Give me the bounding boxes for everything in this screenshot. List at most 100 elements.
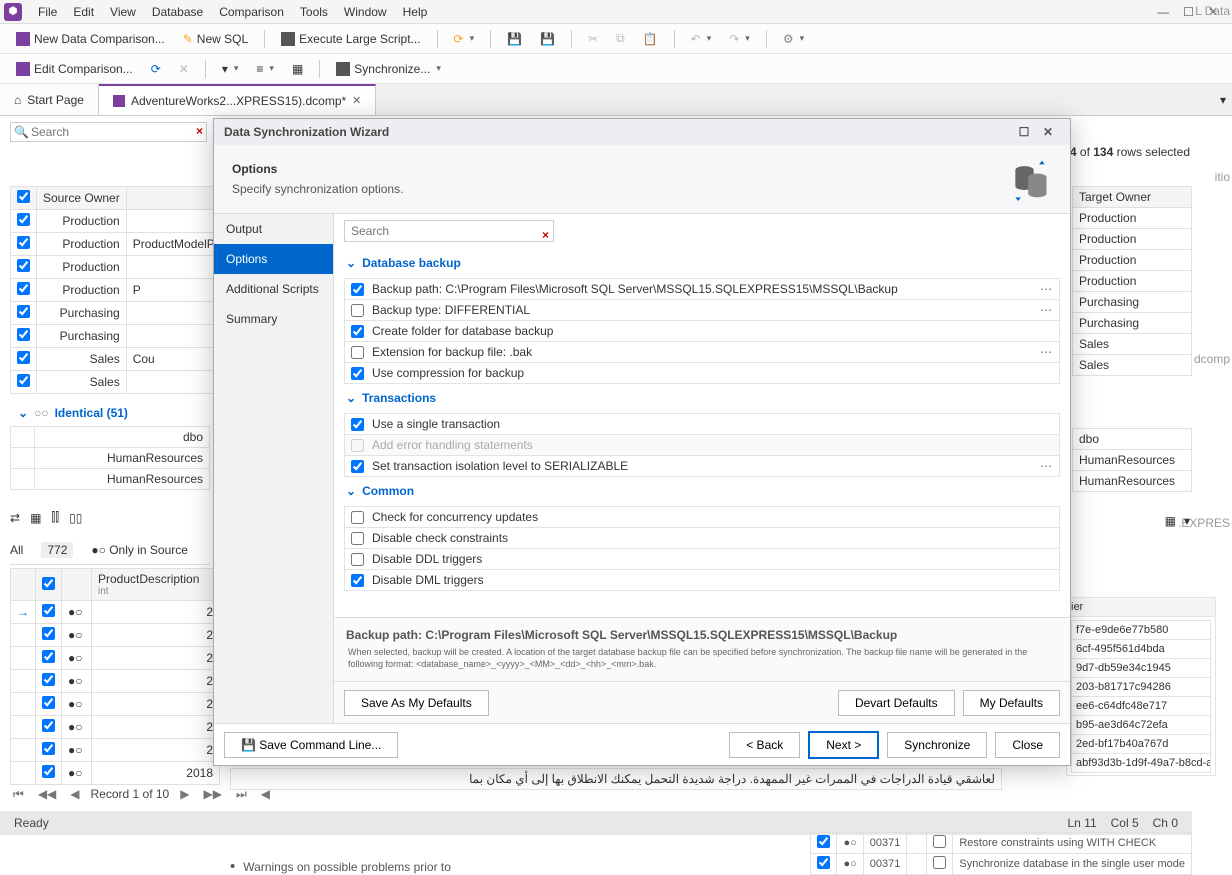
table-row[interactable]: ●○2018 (11, 762, 220, 785)
window-minimize-icon[interactable]: — (1157, 5, 1169, 19)
ellipsis-icon[interactable]: ⋯ (1040, 282, 1053, 296)
table-row[interactable]: Production (1073, 271, 1192, 292)
row-checkbox[interactable] (42, 650, 55, 663)
table-row[interactable]: dbo (11, 427, 210, 448)
table-row[interactable]: ●○2 (11, 624, 220, 647)
tab-menu-icon[interactable]: ▾ (1214, 84, 1232, 115)
identical-section-header[interactable]: ⌄ ○○ Identical (51) (10, 400, 210, 426)
table-row[interactable]: Production (1073, 208, 1192, 229)
table-row[interactable]: ●○2 (11, 739, 220, 762)
prev-page-icon[interactable]: ◀◀ (35, 787, 59, 801)
new-data-comparison-button[interactable]: New Data Comparison... (10, 29, 171, 49)
option-checkbox[interactable] (351, 367, 364, 380)
check-all[interactable] (17, 190, 30, 203)
option-checkbox[interactable] (351, 283, 364, 296)
row-checkbox[interactable] (42, 696, 55, 709)
option-row[interactable]: Add error handling statements (344, 434, 1060, 456)
row-checkbox[interactable] (17, 259, 30, 272)
row-checkbox[interactable] (17, 305, 30, 318)
my-defaults-button[interactable]: My Defaults (963, 690, 1060, 716)
ellipsis-icon[interactable]: ⋯ (1040, 459, 1053, 473)
option-checkbox[interactable] (351, 511, 364, 524)
new-sql-button[interactable]: ✎New SQL (177, 29, 254, 49)
filter-icon[interactable]: ▾▾ (216, 59, 245, 79)
table-row[interactable]: HumanResources (1073, 450, 1192, 471)
table-row[interactable]: Production (1073, 229, 1192, 250)
view-icon[interactable]: ⫿⫿ (51, 510, 59, 525)
option-checkbox[interactable] (351, 418, 364, 431)
option-checkbox[interactable] (351, 460, 364, 473)
save-icon[interactable]: 💾 (501, 29, 528, 49)
option-row[interactable]: Disable DDL triggers (344, 548, 1060, 570)
row-checkbox[interactable] (42, 719, 55, 732)
wizard-nav-output[interactable]: Output (214, 214, 333, 244)
prev-record-icon[interactable]: ◀ (67, 787, 82, 801)
menu-comparison[interactable]: Comparison (211, 2, 292, 22)
table-row[interactable]: Purchasing (11, 302, 226, 325)
checkbox[interactable] (817, 856, 830, 869)
row-checkbox[interactable] (42, 627, 55, 640)
table-row[interactable]: SalesCou (11, 348, 226, 371)
clear-search-icon[interactable]: × (542, 228, 549, 242)
redo-icon[interactable]: ↷▾ (723, 29, 756, 49)
tab-document[interactable]: AdventureWorks2...XPRESS15).dcomp*✕ (99, 84, 376, 115)
stop-icon[interactable]: ✕ (173, 59, 195, 79)
check-all[interactable] (42, 577, 55, 590)
refresh-icon[interactable]: ⟳▾ (448, 29, 481, 49)
view-icon[interactable]: ⇄ (10, 511, 20, 525)
clear-search-icon[interactable]: × (196, 124, 203, 138)
option-group-header[interactable]: ⌄Common (344, 476, 1060, 506)
table-row[interactable]: HumanResources (11, 448, 210, 469)
grid-view-icon[interactable]: ▦ (1165, 514, 1176, 528)
wizard-nav-options[interactable]: Options (214, 244, 333, 274)
table-row[interactable]: dbo (1073, 429, 1192, 450)
view-icon[interactable]: ▦ (30, 511, 41, 525)
table-row[interactable]: ●○2 (11, 670, 220, 693)
col-product-description[interactable]: ProductDescription (98, 572, 213, 586)
option-row[interactable]: Disable DML triggers (344, 569, 1060, 591)
table-row[interactable]: Production (11, 256, 226, 279)
option-row[interactable]: Create folder for database backup (344, 320, 1060, 342)
row-checkbox[interactable] (17, 328, 30, 341)
menu-edit[interactable]: Edit (65, 2, 102, 22)
wizard-nav-summary[interactable]: Summary (214, 304, 333, 334)
save-all-icon[interactable]: 💾 (534, 29, 561, 49)
back-button[interactable]: < Back (729, 732, 800, 758)
save-command-line-button[interactable]: 💾 Save Command Line... (224, 732, 398, 758)
row-checkbox[interactable] (42, 673, 55, 686)
option-row[interactable]: Check for concurrency updates (344, 506, 1060, 528)
option-row[interactable]: Backup path: C:\Program Files\Microsoft … (344, 278, 1060, 300)
table-row[interactable]: Purchasing (1073, 313, 1192, 334)
next-record-icon[interactable]: ▶ (177, 787, 192, 801)
paste-icon[interactable]: 📋 (637, 29, 664, 49)
search-input[interactable] (10, 122, 207, 142)
ellipsis-icon[interactable]: ⋯ (1040, 345, 1053, 359)
table-row[interactable]: ●○2 (11, 693, 220, 716)
first-record-icon[interactable]: ⏮ (10, 787, 27, 802)
wizard-close-icon[interactable]: ✕ (1036, 125, 1060, 139)
next-page-icon[interactable]: ▶▶ (200, 787, 224, 801)
option-row[interactable]: Use a single transaction (344, 413, 1060, 435)
settings-icon[interactable]: ⚙▾ (777, 29, 810, 49)
table-row[interactable]: Purchasing (1073, 292, 1192, 313)
table-row[interactable]: HumanResources (1073, 471, 1192, 492)
ellipsis-icon[interactable]: ⋯ (1040, 303, 1053, 317)
tab-start-page[interactable]: ⌂Start Page (0, 84, 99, 115)
menu-file[interactable]: File (30, 2, 65, 22)
table-row[interactable]: Production (1073, 250, 1192, 271)
checkbox[interactable] (817, 835, 830, 848)
row-checkbox[interactable] (17, 213, 30, 226)
checkbox[interactable] (933, 835, 946, 848)
row-checkbox[interactable] (42, 604, 55, 617)
sort-icon[interactable]: ≡▾ (250, 59, 280, 79)
table-row[interactable]: Purchasing (11, 325, 226, 348)
undo-icon[interactable]: ↶▾ (685, 29, 718, 49)
option-checkbox[interactable] (351, 304, 364, 317)
menu-window[interactable]: Window (336, 2, 395, 22)
row-checkbox[interactable] (17, 351, 30, 364)
row-checkbox[interactable] (17, 374, 30, 387)
option-checkbox[interactable] (351, 325, 364, 338)
option-row[interactable]: Disable check constraints (344, 527, 1060, 549)
option-row[interactable]: Set transaction isolation level to SERIA… (344, 455, 1060, 477)
wizard-nav-additional-scripts[interactable]: Additional Scripts (214, 274, 333, 304)
